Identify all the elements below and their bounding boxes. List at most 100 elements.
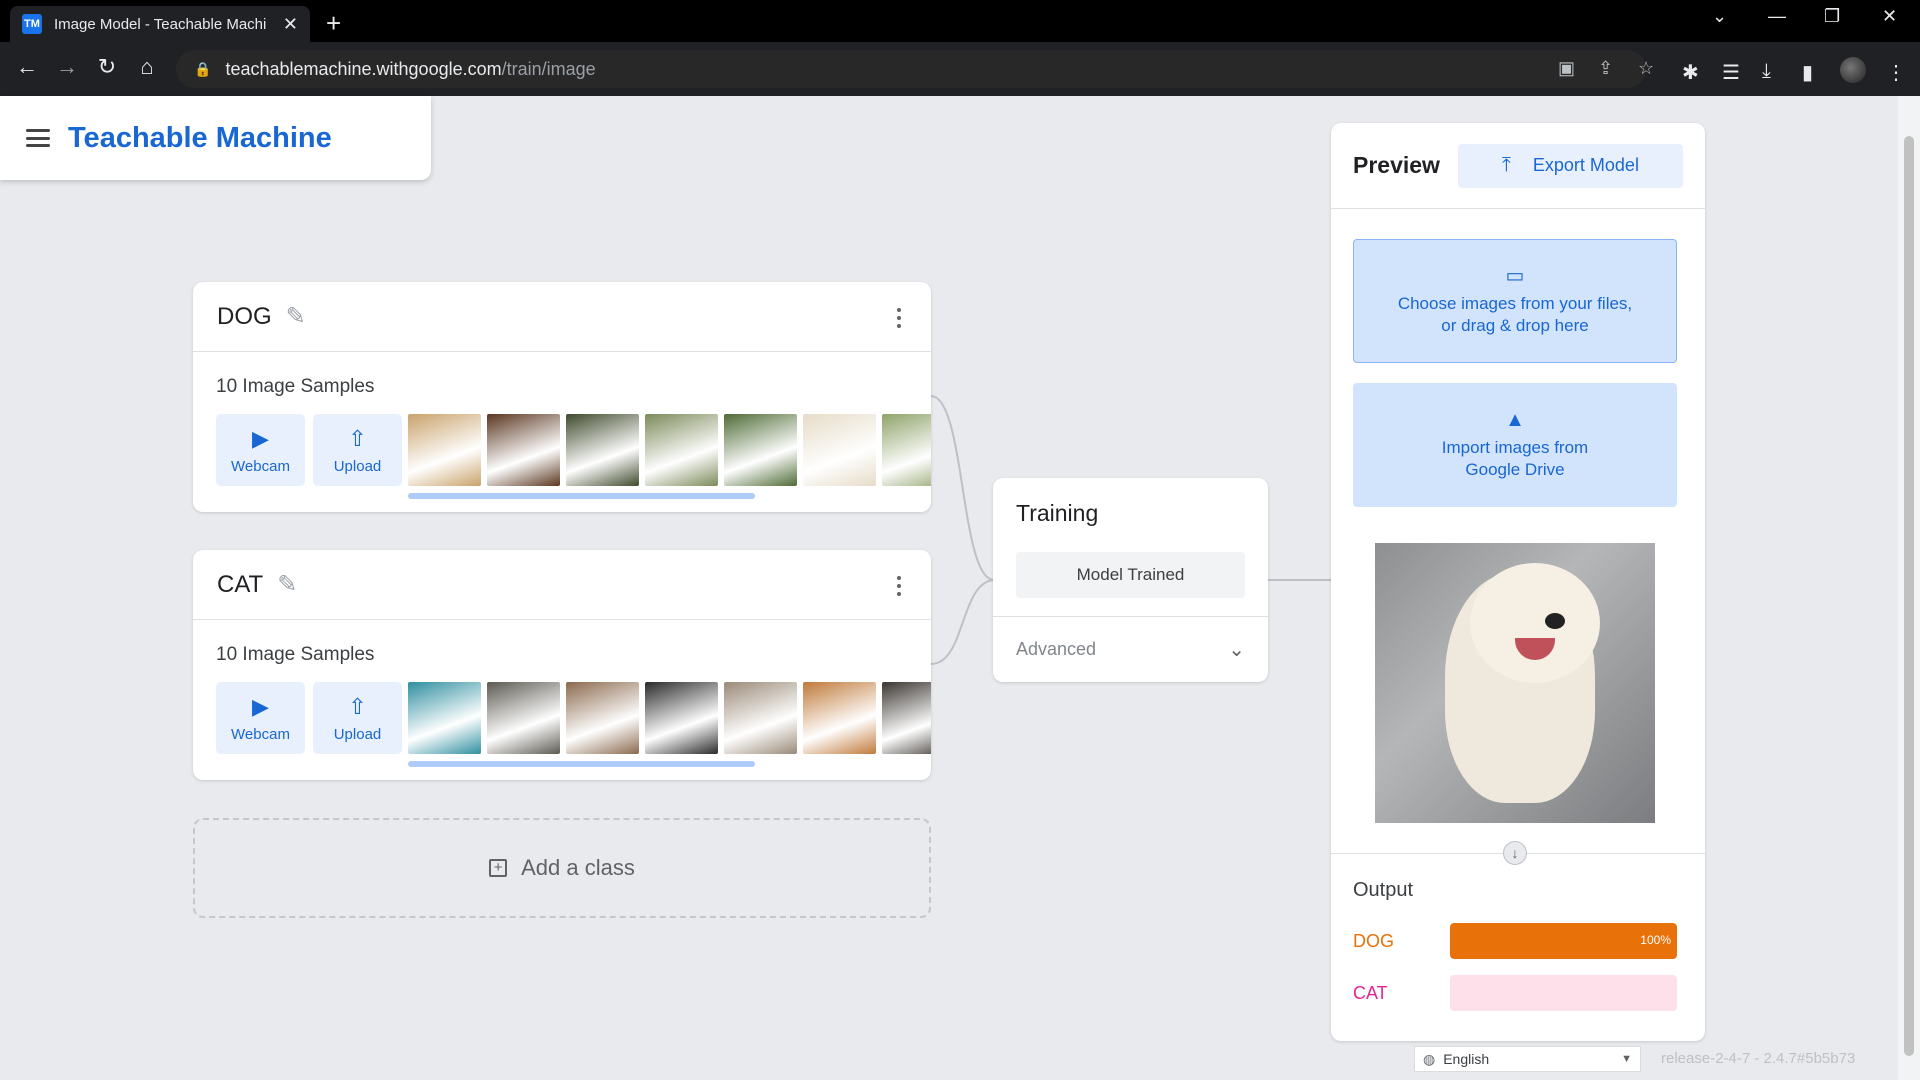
confidence-bar: 100% [1450,923,1677,959]
arrow-down-icon: ↓ [1503,841,1527,865]
sample-thumbnail[interactable] [882,414,931,486]
edit-pencil-icon[interactable]: ✎ [277,570,297,599]
chevron-down-icon: ⌄ [1228,639,1245,661]
google-drive-icon: ▲ [1505,409,1525,431]
scrollbar-thumb[interactable] [1904,136,1914,1056]
add-class-label: Add a class [521,855,635,880]
upload-button[interactable]: ⇧ Upload [313,682,402,754]
sample-thumbnails [408,682,931,754]
export-model-button[interactable]: ⤒ Export Model [1458,143,1683,188]
thumbnail-scrollbar[interactable] [408,493,755,499]
advanced-label: Advanced [1016,639,1097,659]
class-card-dog: DOG ✎ 10 Image Samples ▶ Webcam ⇧ Upload [193,282,931,512]
sample-thumbnail[interactable] [566,414,639,486]
language-select[interactable]: ◍ English ▼ [1414,1046,1641,1072]
window-close-icon[interactable]: ✕ [1882,6,1897,27]
output-label: DOG [1353,930,1395,951]
sample-thumbnail[interactable] [803,414,876,486]
preview-panel: Preview ⤒ Export Model ▭ Choose images f… [1331,123,1705,1041]
download-icon[interactable]: ⤓ [1762,60,1771,83]
media-queue-icon[interactable]: ☰ [1722,60,1740,85]
export-upload-icon: ⤒ [1502,154,1511,176]
restore-icon[interactable]: ❐ [1824,6,1840,27]
sample-thumbnail[interactable] [408,682,481,754]
sample-thumbnail[interactable] [487,682,560,754]
drop-line-1: Choose images from your files, [1397,294,1633,313]
google-drive-import[interactable]: ▲ Import images from Google Drive [1353,383,1677,507]
output-row-cat: CAT [1353,975,1677,1011]
sample-thumbnail[interactable] [645,414,718,486]
minimize-icon[interactable]: — [1768,6,1786,27]
browser-tabbar: TM Image Model - Teachable Machi ✕ + ⌄ —… [0,0,1920,42]
class-options-icon[interactable] [897,576,901,596]
class-name[interactable]: CAT [217,571,263,599]
favicon-icon: TM [22,14,42,34]
sample-thumbnail[interactable] [645,682,718,754]
file-drop-zone[interactable]: ▭ Choose images from your files, or drag… [1353,239,1677,363]
class-card-cat: CAT ✎ 10 Image Samples ▶ Webcam ⇧ Upload [193,550,931,780]
webcam-label: Webcam [231,725,290,743]
sample-thumbnail[interactable] [803,682,876,754]
share-icon[interactable]: ⇪ [1598,58,1613,79]
train-model-button[interactable]: Model Trained [1016,552,1245,598]
page: Teachable Machine DOG ✎ 10 Image Samples… [0,96,1920,1080]
drop-line-2: or drag & drop here [1441,316,1589,335]
tab-search-icon[interactable]: ⌄ [1712,6,1727,27]
confidence-bar [1450,975,1677,1011]
class-options-icon[interactable] [897,308,901,328]
video-camera-icon: ▶ [252,693,269,719]
webcam-label: Webcam [231,457,290,475]
lock-icon: 🔒 [194,60,212,77]
reload-icon[interactable]: ↻ [92,54,122,80]
sample-thumbnail[interactable] [487,414,560,486]
page-scrollbar[interactable] [1898,96,1920,1080]
sample-thumbnail[interactable] [408,414,481,486]
class-header: DOG ✎ [193,282,931,352]
url-path: /train/image [501,58,596,79]
hamburger-menu-icon[interactable] [26,129,50,147]
forward-icon[interactable]: → [52,54,82,80]
upload-button[interactable]: ⇧ Upload [313,414,402,486]
upload-icon: ⇧ [348,693,367,719]
advanced-toggle[interactable]: Advanced ⌄ [993,616,1268,682]
camera-blocked-icon[interactable]: ▣ [1558,58,1575,79]
webcam-button[interactable]: ▶ Webcam [216,682,305,754]
menu-kebab-icon[interactable]: ⋮ [1886,60,1906,85]
sample-thumbnails [408,414,931,486]
side-panel-icon[interactable]: ▮ [1802,60,1813,85]
tab-close-icon[interactable]: ✕ [283,14,298,35]
back-icon[interactable]: ← [12,54,42,80]
app-brand[interactable]: Teachable Machine [68,122,332,155]
upload-label: Upload [333,725,382,743]
upload-icon: ⇧ [348,425,367,451]
preview-header: Preview ⤒ Export Model [1331,123,1705,209]
chevron-down-icon: ▼ [1621,1053,1632,1065]
thumbnail-scrollbar[interactable] [408,761,755,767]
output-label: CAT [1353,982,1388,1003]
drive-line-2: Google Drive [1465,460,1565,479]
class-name[interactable]: DOG [217,303,272,331]
sample-thumbnail[interactable] [724,414,797,486]
plus-box-icon: + [489,859,508,877]
extensions-icon[interactable]: ✱ [1682,60,1699,85]
profile-avatar[interactable] [1840,57,1866,83]
sample-thumbnail[interactable] [882,682,931,754]
bookmark-star-icon[interactable]: ☆ [1638,58,1654,79]
sample-thumbnail[interactable] [724,682,797,754]
new-tab-icon[interactable]: + [326,8,341,39]
home-icon[interactable]: ⌂ [132,54,162,80]
upload-label: Upload [333,457,382,475]
samples-count: 10 Image Samples [216,376,375,397]
app-header: Teachable Machine [0,96,431,180]
language-value: English [1443,1051,1490,1067]
add-class-button[interactable]: + Add a class [193,818,931,918]
address-bar[interactable]: 🔒 teachablemachine.withgoogle.com /train… [176,50,1654,88]
browser-toolbar: ← → ↻ ⌂ 🔒 teachablemachine.withgoogle.co… [0,42,1920,96]
edit-pencil-icon[interactable]: ✎ [286,302,306,331]
webcam-button[interactable]: ▶ Webcam [216,414,305,486]
browser-tab[interactable]: TM Image Model - Teachable Machi ✕ [10,6,310,42]
sample-thumbnail[interactable] [566,682,639,754]
video-camera-icon: ▶ [252,425,269,451]
url-host: teachablemachine.withgoogle.com [225,58,502,79]
preview-image [1375,543,1655,823]
